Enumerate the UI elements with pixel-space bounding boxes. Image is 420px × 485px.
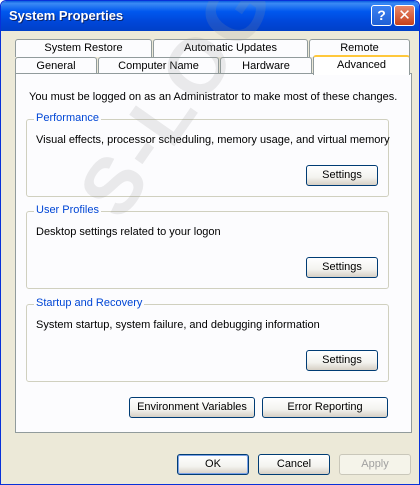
startup-recovery-label: Startup and Recovery bbox=[34, 297, 145, 309]
performance-settings-button[interactable]: Settings bbox=[306, 165, 378, 186]
apply-button[interactable]: Apply bbox=[339, 454, 411, 475]
system-properties-window: System Properties ? ✕ System Restore Aut… bbox=[0, 0, 420, 485]
environment-variables-button[interactable]: Environment Variables bbox=[129, 397, 255, 418]
startup-recovery-settings-button[interactable]: Settings bbox=[306, 350, 378, 371]
performance-description: Visual effects, processor scheduling, me… bbox=[36, 134, 390, 146]
tab-system-restore[interactable]: System Restore bbox=[15, 39, 152, 57]
tab-advanced[interactable]: Advanced bbox=[313, 55, 410, 75]
title-bar[interactable]: System Properties ? ✕ bbox=[1, 1, 419, 31]
cancel-button[interactable]: Cancel bbox=[258, 454, 330, 475]
help-icon[interactable]: ? bbox=[371, 5, 392, 26]
close-icon[interactable]: ✕ bbox=[394, 5, 415, 26]
startup-recovery-description: System startup, system failure, and debu… bbox=[36, 319, 320, 331]
tab-automatic-updates[interactable]: Automatic Updates bbox=[153, 39, 308, 57]
user-profiles-settings-button[interactable]: Settings bbox=[306, 257, 378, 278]
error-reporting-button[interactable]: Error Reporting bbox=[262, 397, 388, 418]
admin-notice: You must be logged on as an Administrato… bbox=[29, 91, 398, 103]
user-profiles-description: Desktop settings related to your logon bbox=[36, 226, 221, 238]
ok-button[interactable]: OK bbox=[177, 454, 249, 475]
user-profiles-label: User Profiles bbox=[34, 204, 101, 216]
window-title: System Properties bbox=[9, 8, 124, 23]
performance-label: Performance bbox=[34, 112, 101, 124]
